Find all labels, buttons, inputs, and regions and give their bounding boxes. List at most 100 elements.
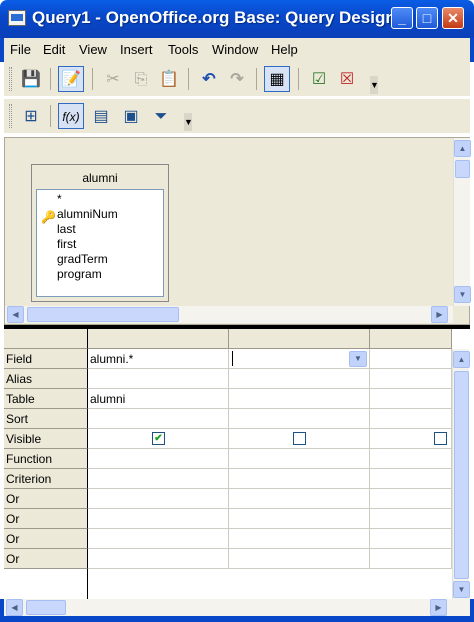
grid-cell[interactable]: [88, 509, 229, 529]
chevron-down-icon[interactable]: ▼: [370, 76, 379, 94]
grid-cell[interactable]: [88, 469, 229, 489]
grid-cell[interactable]: [229, 529, 370, 549]
table-design-area[interactable]: alumni * 🔑 alumniNum last first gradTerm…: [4, 137, 471, 325]
field-item[interactable]: gradTerm: [57, 252, 108, 266]
scroll-thumb[interactable]: [26, 600, 66, 615]
design-toolbar: ⊞ f(x) ▤ ▣ ⏷ ▼: [4, 99, 470, 133]
table-name-icon[interactable]: ▤: [88, 103, 114, 129]
grid-cell[interactable]: [229, 509, 370, 529]
column-header[interactable]: [370, 329, 452, 349]
grid-horizontal-scrollbar[interactable]: ◀ ▶: [4, 599, 470, 616]
grid-cell[interactable]: [88, 489, 229, 509]
menu-help[interactable]: Help: [271, 42, 298, 57]
menu-bar: File Edit View Insert Tools Window Help: [0, 38, 474, 62]
edit-mode-icon[interactable]: 📝: [58, 66, 84, 92]
scroll-thumb[interactable]: [454, 371, 469, 579]
design-horizontal-scrollbar[interactable]: ◀ ▶: [5, 306, 453, 323]
menu-view[interactable]: View: [79, 42, 107, 57]
menu-tools[interactable]: Tools: [168, 42, 198, 57]
scroll-up-icon[interactable]: ▲: [454, 140, 471, 157]
distinct-values-icon[interactable]: ⏷: [148, 103, 174, 129]
grid-cell[interactable]: [370, 449, 452, 469]
scroll-thumb[interactable]: [455, 160, 470, 178]
grid-cell[interactable]: [370, 549, 452, 569]
visible-checkbox[interactable]: [293, 432, 306, 445]
row-label-or: Or: [4, 549, 88, 569]
row-label-or: Or: [4, 529, 88, 549]
scroll-left-icon[interactable]: ◀: [6, 599, 23, 616]
save-icon[interactable]: 💾: [18, 66, 44, 92]
grid-cell[interactable]: [229, 449, 370, 469]
field-item[interactable]: *: [57, 192, 62, 206]
table-window-alumni[interactable]: alumni * 🔑 alumniNum last first gradTerm…: [31, 164, 169, 302]
scroll-right-icon[interactable]: ▶: [430, 599, 447, 616]
field-list[interactable]: * 🔑 alumniNum last first gradTerm progra…: [36, 189, 164, 297]
minimize-button[interactable]: _: [391, 7, 413, 29]
cut-icon[interactable]: ✂: [100, 66, 126, 92]
toolbar-grip[interactable]: [9, 104, 12, 128]
grid-cell[interactable]: [229, 469, 370, 489]
window-bottom-border: ◀ ▶: [0, 599, 474, 622]
grid-cell[interactable]: [229, 489, 370, 509]
scroll-right-icon[interactable]: ▶: [431, 306, 448, 323]
grid-cell[interactable]: [229, 389, 370, 409]
menu-edit[interactable]: Edit: [43, 42, 65, 57]
grid-cell[interactable]: [229, 369, 370, 389]
grid-cell[interactable]: [88, 529, 229, 549]
grid-cell[interactable]: [370, 389, 452, 409]
run-query-icon[interactable]: ☑: [306, 66, 332, 92]
paste-icon[interactable]: 📋: [156, 66, 182, 92]
menu-insert[interactable]: Insert: [120, 42, 153, 57]
copy-icon[interactable]: ⎘: [128, 66, 154, 92]
grid-cell[interactable]: [88, 369, 229, 389]
row-label-function: Function: [4, 449, 88, 469]
close-button[interactable]: ✕: [442, 7, 464, 29]
chevron-down-icon[interactable]: ▼: [184, 113, 193, 131]
visible-checkbox[interactable]: [434, 432, 447, 445]
column-header[interactable]: [229, 329, 370, 349]
grid-cell[interactable]: [229, 549, 370, 569]
grid-cell[interactable]: [370, 409, 452, 429]
menu-window[interactable]: Window: [212, 42, 258, 57]
grid-cell[interactable]: [370, 369, 452, 389]
field-item[interactable]: program: [57, 267, 102, 281]
scroll-down-icon[interactable]: ▼: [453, 581, 470, 598]
grid-cell[interactable]: [88, 409, 229, 429]
functions-icon[interactable]: f(x): [58, 103, 84, 129]
field-cell-value[interactable]: alumni.*: [90, 352, 133, 366]
grid-cell[interactable]: [370, 469, 452, 489]
scroll-up-icon[interactable]: ▲: [453, 351, 470, 368]
toolbar-grip[interactable]: [9, 67, 12, 91]
design-vertical-scrollbar[interactable]: ▲ ▼: [453, 138, 471, 306]
design-view-icon[interactable]: ▦: [264, 66, 290, 92]
column-header[interactable]: [88, 329, 229, 349]
visible-checkbox[interactable]: ✔: [152, 432, 165, 445]
grid-vertical-scrollbar[interactable]: ▲ ▼: [452, 349, 470, 600]
standard-toolbar: 💾 📝 ✂ ⎘ 📋 ↶ ↷ ▦ ☑ ☒ ▼: [4, 62, 470, 96]
undo-icon[interactable]: ↶: [196, 66, 222, 92]
separator: [188, 68, 189, 90]
scroll-down-icon[interactable]: ▼: [454, 286, 471, 303]
grid-cell[interactable]: [370, 509, 452, 529]
maximize-button[interactable]: □: [416, 7, 438, 29]
grid-cell[interactable]: [88, 549, 229, 569]
add-table-icon[interactable]: ⊞: [18, 103, 44, 129]
field-item[interactable]: last: [57, 222, 76, 236]
app-icon: [8, 10, 26, 26]
grid-cell[interactable]: [370, 349, 452, 369]
grid-cell[interactable]: [229, 409, 370, 429]
grid-cell[interactable]: [370, 489, 452, 509]
redo-icon[interactable]: ↷: [224, 66, 250, 92]
field-item[interactable]: alumniNum: [57, 207, 118, 221]
grid-cell[interactable]: [370, 529, 452, 549]
alias-icon[interactable]: ▣: [118, 103, 144, 129]
row-label-visible: Visible: [4, 429, 88, 449]
clear-query-icon[interactable]: ☒: [334, 66, 360, 92]
scroll-left-icon[interactable]: ◀: [7, 306, 24, 323]
field-item[interactable]: first: [57, 237, 76, 251]
menu-file[interactable]: File: [10, 42, 31, 57]
field-dropdown-icon[interactable]: ▼: [349, 351, 367, 367]
grid-cell[interactable]: [88, 449, 229, 469]
scroll-thumb[interactable]: [27, 307, 179, 322]
table-cell-value[interactable]: alumni: [90, 392, 125, 406]
